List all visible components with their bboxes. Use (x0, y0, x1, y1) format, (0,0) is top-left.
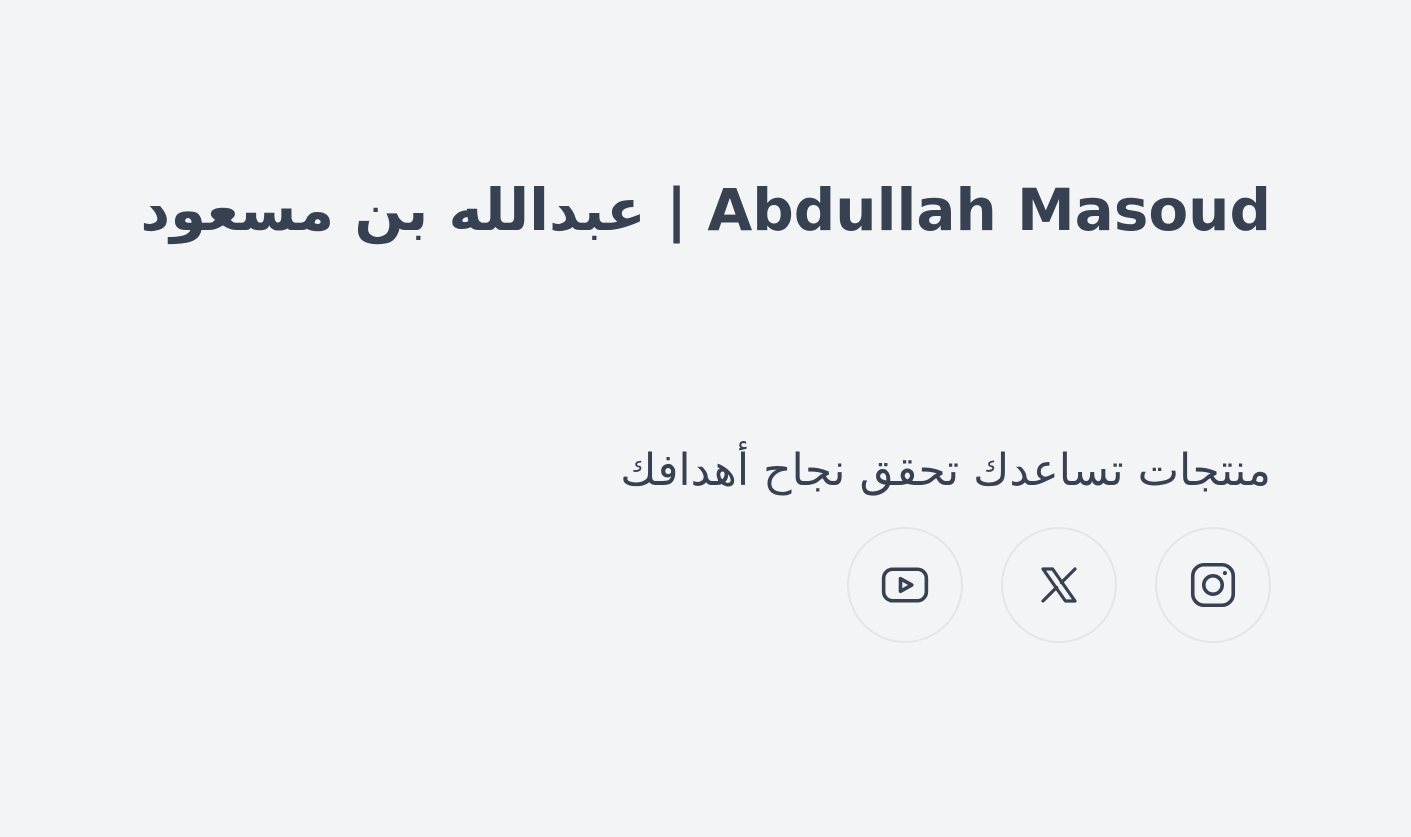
youtube-icon (878, 558, 932, 612)
x-link[interactable] (1001, 527, 1117, 643)
tagline: منتجات تساعدك تحقق نجاح أهدافك (620, 445, 1271, 496)
social-links (847, 527, 1271, 643)
youtube-link[interactable] (847, 527, 963, 643)
page: Abdullah Masoud | عبدالله بن مسعود منتجا… (0, 0, 1411, 837)
page-title: Abdullah Masoud | عبدالله بن مسعود (140, 176, 1271, 244)
x-icon (1035, 561, 1083, 609)
instagram-link[interactable] (1155, 527, 1271, 643)
instagram-icon (1186, 558, 1240, 612)
